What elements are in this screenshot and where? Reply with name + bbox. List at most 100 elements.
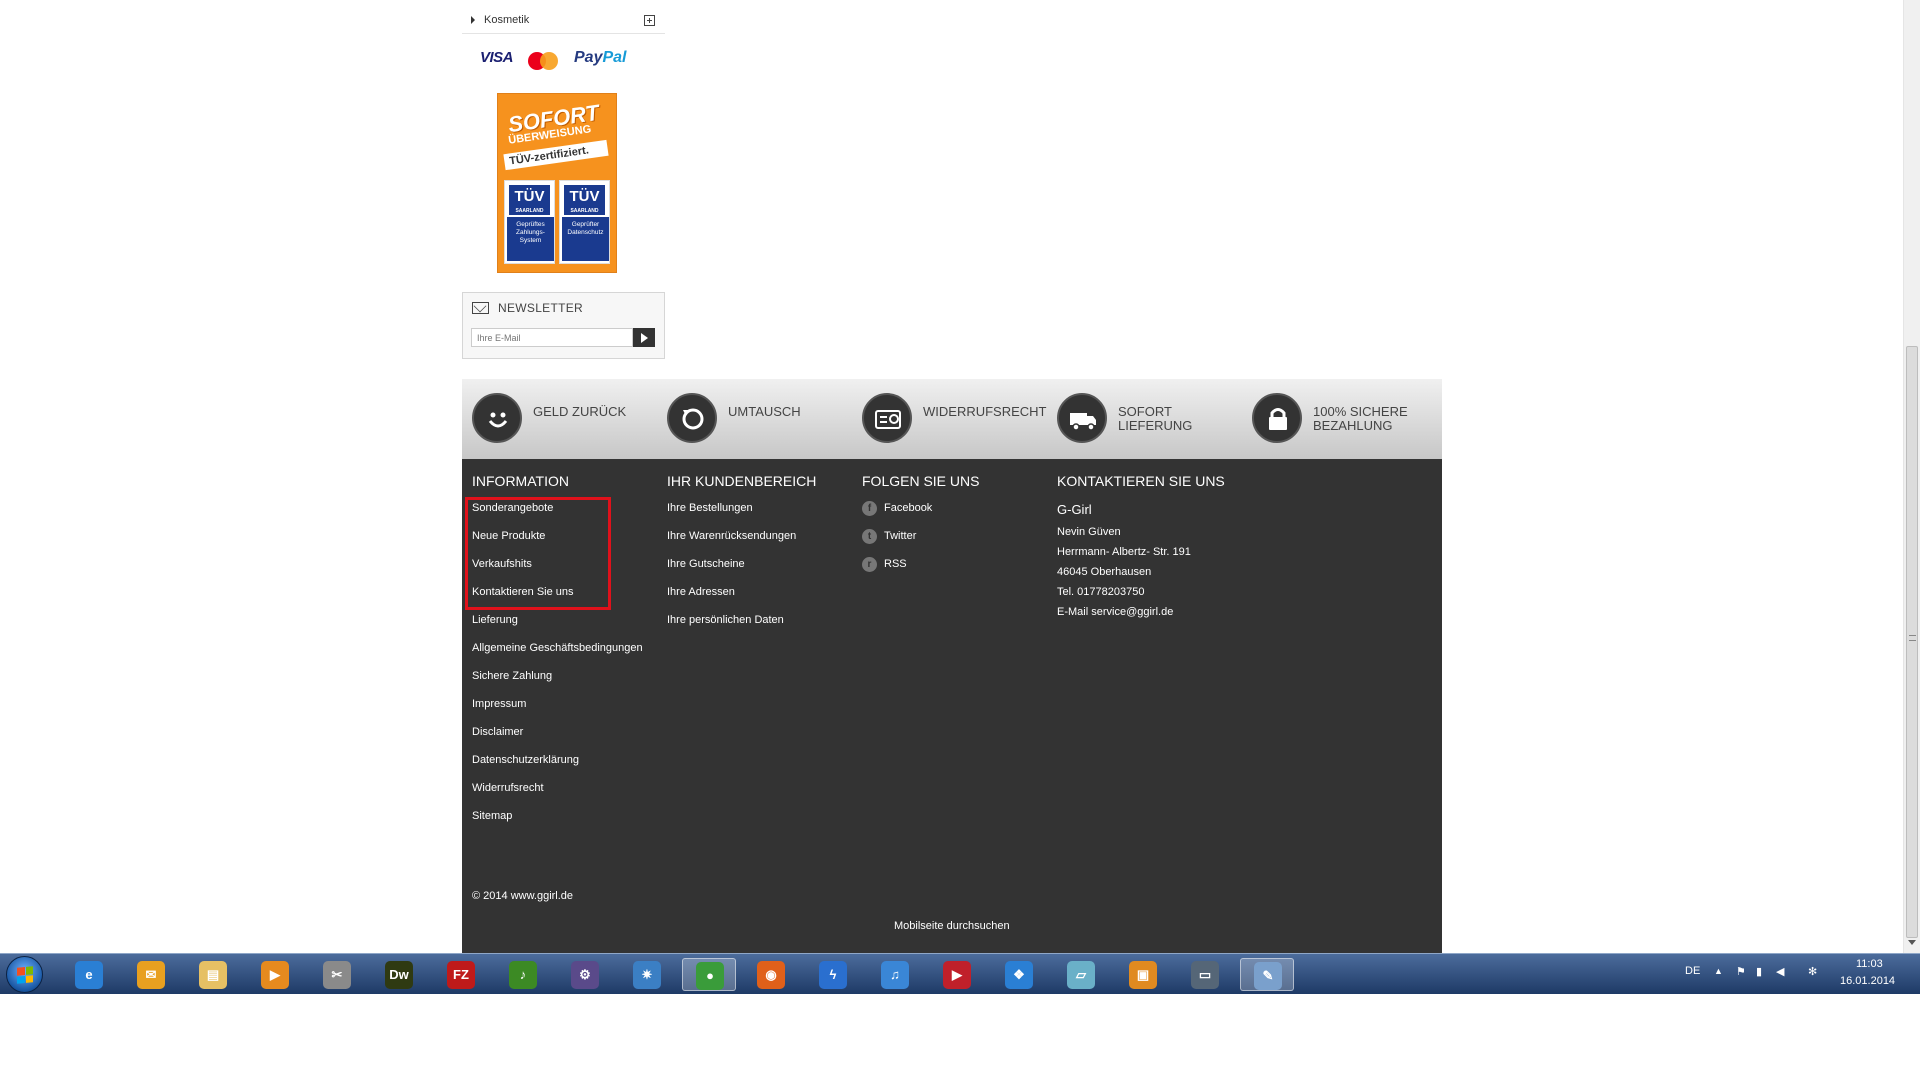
start-button[interactable] [6, 956, 43, 993]
footer-heading: INFORMATION [472, 473, 569, 489]
taskbar-app-notes-button[interactable]: ▱ [1054, 958, 1108, 991]
tools-icon: ✂ [323, 961, 351, 989]
tuv-seal-privacy: TÜV SAARLAND Geprüfter Datenschutz [559, 180, 610, 264]
contact-line: 46045 Oberhausen [1057, 566, 1152, 578]
copyright: © 2014 www.ggirl.de [472, 890, 574, 902]
taskbar-app-laptop-button[interactable]: ▭ [1178, 958, 1232, 991]
mastercard-logo-icon [528, 52, 558, 70]
footer-link[interactable]: Allgemeine Geschäftsbedingungen [472, 639, 643, 667]
app-docs-icon: ▣ [1129, 961, 1157, 989]
volume-icon[interactable]: ◀ [1776, 965, 1784, 978]
expand-plus-icon[interactable] [644, 15, 655, 26]
sync-icon[interactable]: ✻ [1808, 965, 1817, 978]
clock-date[interactable]: 16.01.2014 [1840, 975, 1895, 987]
firefox-icon: ◉ [757, 961, 785, 989]
footer-heading: IHR KUNDENBEREICH [667, 473, 817, 489]
footer-col-follow: FOLGEN SIE UNS f Facebook t Twitter r RSS [862, 473, 979, 583]
taskbar-dreamweaver-button[interactable]: Dw [372, 958, 426, 991]
footer-link[interactable]: Ihre Adressen [667, 583, 816, 611]
taskbar-firefox-button[interactable]: ◉ [744, 958, 798, 991]
taskbar-paint-button[interactable]: ✎ [1240, 958, 1294, 991]
app-blue-icon: ϟ [819, 961, 847, 989]
footer-col-contact: KONTAKTIEREN SIE UNS G-Girl Nevin Güven … [1057, 473, 1225, 622]
taskbar-outlook-button[interactable]: ✉ [124, 958, 178, 991]
taskbar-dropbox-button[interactable]: ❖ [992, 958, 1046, 991]
category-label[interactable]: Kosmetik [484, 14, 529, 26]
safari-icon: ✷ [633, 961, 661, 989]
paypal-logo: PayPal [574, 49, 627, 66]
itunes-icon: ♫ [881, 961, 909, 989]
taskbar-media-player-button[interactable]: ▶ [248, 958, 302, 991]
facebook-icon: f [862, 500, 877, 516]
twitter-icon: t [862, 528, 877, 544]
paint-icon: ✎ [1254, 962, 1282, 990]
visa-logo: VISA [480, 49, 514, 66]
rss-icon: r [862, 556, 877, 572]
footer-link[interactable]: Ihre Bestellungen [667, 499, 816, 527]
dreamweaver-icon: Dw [385, 961, 413, 989]
footer-link[interactable]: Ihre persönlichen Daten [667, 611, 816, 639]
language-indicator[interactable]: DE [1685, 965, 1700, 977]
scrollbar-thumb[interactable] [1906, 346, 1918, 938]
caret-right-icon [471, 16, 475, 24]
taskbar-filezilla-button[interactable]: FZ [434, 958, 488, 991]
footer-link[interactable]: Impressum [472, 695, 643, 723]
taskbar-internet-explorer-button[interactable]: e [62, 958, 116, 991]
contact-line: Herrmann- Albertz- Str. 191 [1057, 546, 1191, 558]
footer-link[interactable]: Disclaimer [472, 723, 643, 751]
taskbar-safari-button[interactable]: ✷ [620, 958, 674, 991]
app-laptop-icon: ▭ [1191, 961, 1219, 989]
footer-link[interactable]: Ihre Gutscheine [667, 555, 816, 583]
footer-link[interactable]: Lieferung [472, 611, 643, 639]
footer-link[interactable]: Sitemap [472, 807, 643, 835]
taskbar-tools-button[interactable]: ✂ [310, 958, 364, 991]
taskbar-itunes-button[interactable]: ♫ [868, 958, 922, 991]
lock-icon [1252, 393, 1302, 443]
tuv-seal-payment: TÜV SAARLAND Geprüftes Zahlungs-System [504, 180, 555, 264]
feature-label: UMTAUSCH [728, 404, 801, 419]
newsletter-title: NEWSLETTER [498, 301, 584, 315]
twitter-link[interactable]: t Twitter [862, 527, 979, 555]
footer-link[interactable]: Ihre Warenrücksendungen [667, 527, 816, 555]
windows-logo-icon [17, 966, 33, 984]
app-notes-icon: ▱ [1067, 961, 1095, 989]
network-icon[interactable]: ▮ [1756, 965, 1762, 978]
vertical-scrollbar[interactable] [1903, 0, 1920, 953]
rss-link[interactable]: r RSS [862, 555, 979, 583]
category-row[interactable]: Kosmetik [462, 6, 665, 34]
footer-col-account: IHR KUNDENBEREICH Ihre Bestellungen Ihre… [667, 473, 816, 639]
newsletter-submit-button[interactable] [633, 328, 655, 347]
media-player-icon: ▶ [261, 961, 289, 989]
taskbar-app-green-button[interactable]: ♪ [496, 958, 550, 991]
contact-line: Nevin Güven [1057, 526, 1121, 538]
contact-brand: G-Girl [1057, 502, 1092, 517]
newsletter-email-input[interactable] [471, 328, 633, 347]
show-hidden-icons[interactable]: ▲ [1714, 966, 1723, 976]
taskbar-chrome-button[interactable]: ● [682, 958, 736, 991]
taskbar-file-explorer-button[interactable]: ▤ [186, 958, 240, 991]
taskbar-app-purple-button[interactable]: ⚙ [558, 958, 612, 991]
footer-link[interactable]: Datenschutzerklärung [472, 751, 643, 779]
document-icon [862, 393, 912, 443]
clock-time[interactable]: 11:03 [1856, 958, 1883, 970]
outlook-icon: ✉ [137, 961, 165, 989]
chrome-icon: ● [696, 962, 724, 990]
sofort-badge[interactable]: SOFORT ÜBERWEISUNG TÜV-zertifiziert. TÜV… [497, 93, 617, 273]
highlight-annotation [465, 497, 611, 610]
internet-explorer-icon: e [75, 961, 103, 989]
footer-heading: FOLGEN SIE UNS [862, 473, 980, 489]
action-center-icon[interactable]: ⚑ [1736, 965, 1746, 978]
smiley-icon [472, 393, 522, 443]
mobile-site-link[interactable]: Mobilseite durchsuchen [894, 920, 1010, 932]
contact-email[interactable]: E-Mail service@ggirl.de [1057, 602, 1225, 622]
taskbar-app-blue-button[interactable]: ϟ [806, 958, 860, 991]
taskbar-app-docs-button[interactable]: ▣ [1116, 958, 1170, 991]
footer-link[interactable]: Widerrufsrecht [472, 779, 643, 807]
footer-heading: KONTAKTIEREN SIE UNS [1057, 473, 1225, 489]
facebook-link[interactable]: f Facebook [862, 499, 979, 527]
truck-icon [1057, 393, 1107, 443]
scroll-down-arrow-icon[interactable] [1908, 940, 1916, 945]
envelope-icon [472, 302, 489, 314]
taskbar-app-red-button[interactable]: ▶ [930, 958, 984, 991]
footer-link[interactable]: Sichere Zahlung [472, 667, 643, 695]
